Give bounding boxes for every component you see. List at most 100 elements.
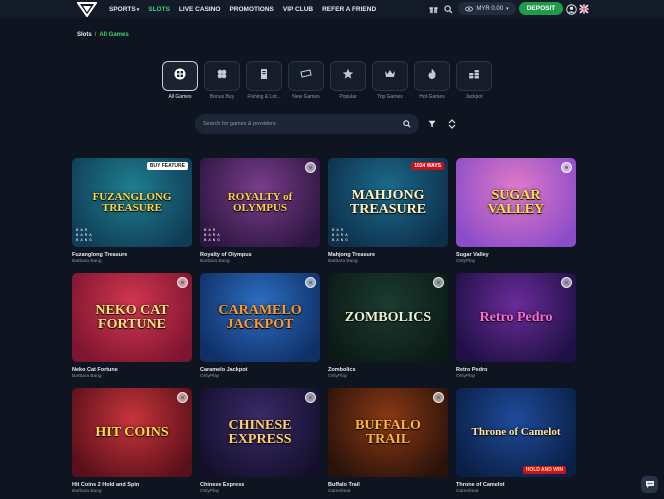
game-title[interactable]: Chinese Express <box>200 482 320 488</box>
favorite-toggle-icon[interactable] <box>433 277 444 288</box>
nav-item-vip-club[interactable]: VIP CLUB <box>283 6 313 13</box>
game-title[interactable]: Sugar Valley <box>456 252 576 258</box>
game-thumbnail[interactable]: Retro Pedro <box>456 273 576 362</box>
game-title[interactable]: Throne of Camelot <box>456 482 576 488</box>
deposit-button[interactable]: DEPOSIT <box>519 2 563 15</box>
game-thumbnail[interactable]: MAHJONG TREASURE 1024 WAYS BAR BARA BANG <box>328 158 448 247</box>
live-chat-button[interactable] <box>641 476 658 493</box>
game-thumbnail[interactable]: FUZANGLONG TREASURE BUY FEATURE BAR BARA B… <box>72 158 192 247</box>
category-tile[interactable] <box>372 61 408 91</box>
category-bonus-buy[interactable]: Bonus Buy <box>204 61 240 100</box>
game-card[interactable]: HIT COINS Hit Coins 2 Hold and Spin Barbar… <box>72 388 192 499</box>
game-thumbnail[interactable]: ROYALTY of OLYMPUS BAR BARA BANG <box>200 158 320 247</box>
category-tile[interactable] <box>162 61 198 91</box>
game-title[interactable]: Neko Cat Fortune <box>72 367 192 373</box>
game-card[interactable]: Throne of Camelot HOLD AND WIN Throne of C… <box>456 388 576 499</box>
game-provider: OnlyPlay <box>456 374 476 379</box>
category-tile[interactable] <box>204 61 240 91</box>
category-label: Fishing & Lot... <box>247 94 281 100</box>
clover-icon <box>216 67 228 85</box>
game-provider: Barbara Bang <box>72 374 102 379</box>
game-title[interactable]: Fuzanglong Treasure <box>72 252 192 258</box>
gift-icon[interactable] <box>427 3 439 15</box>
search-icon[interactable] <box>442 3 454 15</box>
game-title[interactable]: Caramelo Jackpot <box>200 367 320 373</box>
favorite-toggle-icon[interactable] <box>177 277 188 288</box>
game-provider: OnlyPlay <box>328 374 348 379</box>
game-card[interactable]: CHINESE EXPRESS Chinese Express OnlyPlay <box>200 388 320 499</box>
category-all-games[interactable]: All Games <box>162 61 198 100</box>
game-card[interactable]: FUZANGLONG TREASURE BUY FEATURE BAR BARA B… <box>72 158 192 273</box>
main-nav: SPORTS▾ SLOTS LIVE CASINO PROMOTIONS VIP CLU… <box>109 0 376 18</box>
category-tile[interactable] <box>246 61 282 91</box>
game-provider: Barbara Bang <box>200 259 230 264</box>
game-card[interactable]: ROYALTY of OLYMPUS BAR BARA BANG Royalty o… <box>200 158 320 273</box>
category-popular[interactable]: Popular <box>330 61 366 100</box>
uk-flag-icon[interactable] <box>578 3 590 15</box>
game-card[interactable]: MAHJONG TREASURE 1024 WAYS BAR BARA BANG Ma… <box>328 158 448 273</box>
filter-icon[interactable] <box>423 115 441 133</box>
game-thumbnail[interactable]: NEKO CAT FORTUNE <box>72 273 192 362</box>
game-card[interactable]: CARAMELO JACKPOT Caramelo Jackpot OnlyPlay <box>200 273 320 388</box>
game-title[interactable]: Zombolics <box>328 367 448 373</box>
sort-icon[interactable] <box>443 115 461 133</box>
ticket-icon <box>258 67 270 85</box>
game-logo-art: NEKO CAT FORTUNE <box>95 302 169 332</box>
search-icon[interactable] <box>403 120 411 128</box>
favorite-toggle-icon[interactable] <box>177 392 188 403</box>
game-thumbnail[interactable]: BUFFALO TRAIL <box>328 388 448 477</box>
game-thumbnail[interactable]: ZOMBOLICS <box>328 273 448 362</box>
game-thumbnail[interactable]: CHINESE EXPRESS <box>200 388 320 477</box>
eye-icon[interactable] <box>465 6 474 12</box>
game-title[interactable]: Mahjong Treasure <box>328 252 448 258</box>
game-card[interactable]: SUGAR VALLEY Sugar Valley OnlyPlay <box>456 158 576 273</box>
game-title[interactable]: Royalty of Olympus <box>200 252 320 258</box>
category-jackpot[interactable]: Jackpot <box>456 61 492 100</box>
game-logo-art: Retro Pedro <box>479 309 553 325</box>
game-logo-art: CHINESE EXPRESS <box>228 417 292 447</box>
search-input[interactable] <box>203 121 403 127</box>
game-title[interactable]: Buffalo Trail <box>328 482 448 488</box>
game-card[interactable]: ZOMBOLICS Zombolics OnlyPlay <box>328 273 448 388</box>
category-tile[interactable] <box>456 61 492 91</box>
game-provider: Barbara Bang <box>72 259 102 264</box>
category-label: All Games <box>168 94 192 100</box>
game-provider: OnlyPlay <box>456 259 476 264</box>
game-title[interactable]: Retro Pedro <box>456 367 576 373</box>
breadcrumb-slots-link[interactable]: Slots <box>77 32 92 38</box>
game-provider: OnlyPlay <box>200 374 220 379</box>
wallet-balance-button[interactable]: MYR 0.00 ▾ <box>458 2 516 15</box>
provider-watermark: BAR BARA BANG <box>76 229 94 243</box>
nav-item-promotions[interactable]: PROMOTIONS <box>229 6 273 13</box>
game-title[interactable]: Hit Coins 2 Hold and Spin <box>72 482 192 488</box>
user-profile-icon[interactable] <box>565 3 577 15</box>
game-card[interactable]: Retro Pedro Retro Pedro OnlyPlay <box>456 273 576 388</box>
category-fishing-lot[interactable]: Fishing & Lot... <box>246 61 282 100</box>
brand-logo[interactable] <box>77 1 97 17</box>
game-thumbnail[interactable]: SUGAR VALLEY <box>456 158 576 247</box>
game-card[interactable]: NEKO CAT FORTUNE Neko Cat Fortune Barbara … <box>72 273 192 388</box>
favorite-toggle-icon[interactable] <box>305 277 316 288</box>
nav-item-refer-a-friend[interactable]: REFER A FRIEND <box>322 6 376 13</box>
game-thumbnail[interactable]: CARAMELO JACKPOT <box>200 273 320 362</box>
game-logo-art: FUZANGLONG TREASURE <box>92 190 172 214</box>
favorite-toggle-icon[interactable] <box>433 392 444 403</box>
game-card[interactable]: BUFFALO TRAIL Buffalo Trail Gamebeat <box>328 388 448 499</box>
nav-item-live-casino[interactable]: LIVE CASINO <box>179 6 221 13</box>
crown-icon <box>384 67 396 85</box>
game-thumbnail[interactable]: Throne of Camelot HOLD AND WIN <box>456 388 576 477</box>
favorite-toggle-icon[interactable] <box>305 392 316 403</box>
category-tile[interactable] <box>330 61 366 91</box>
category-hot-games[interactable]: Hot Games <box>414 61 450 100</box>
nav-item-slots[interactable]: SLOTS <box>148 6 170 13</box>
favorite-toggle-icon[interactable] <box>305 162 316 173</box>
category-top-games[interactable]: Top Games <box>372 61 408 100</box>
category-tile[interactable] <box>288 61 324 91</box>
game-logo-art: CARAMELO JACKPOT <box>218 302 302 332</box>
game-thumbnail[interactable]: HIT COINS <box>72 388 192 477</box>
favorite-toggle-icon[interactable] <box>561 277 572 288</box>
category-new-games[interactable]: New Games <box>288 61 324 100</box>
category-tile[interactable] <box>414 61 450 91</box>
nav-item-sports[interactable]: SPORTS▾ <box>109 6 139 13</box>
favorite-toggle-icon[interactable] <box>561 162 572 173</box>
